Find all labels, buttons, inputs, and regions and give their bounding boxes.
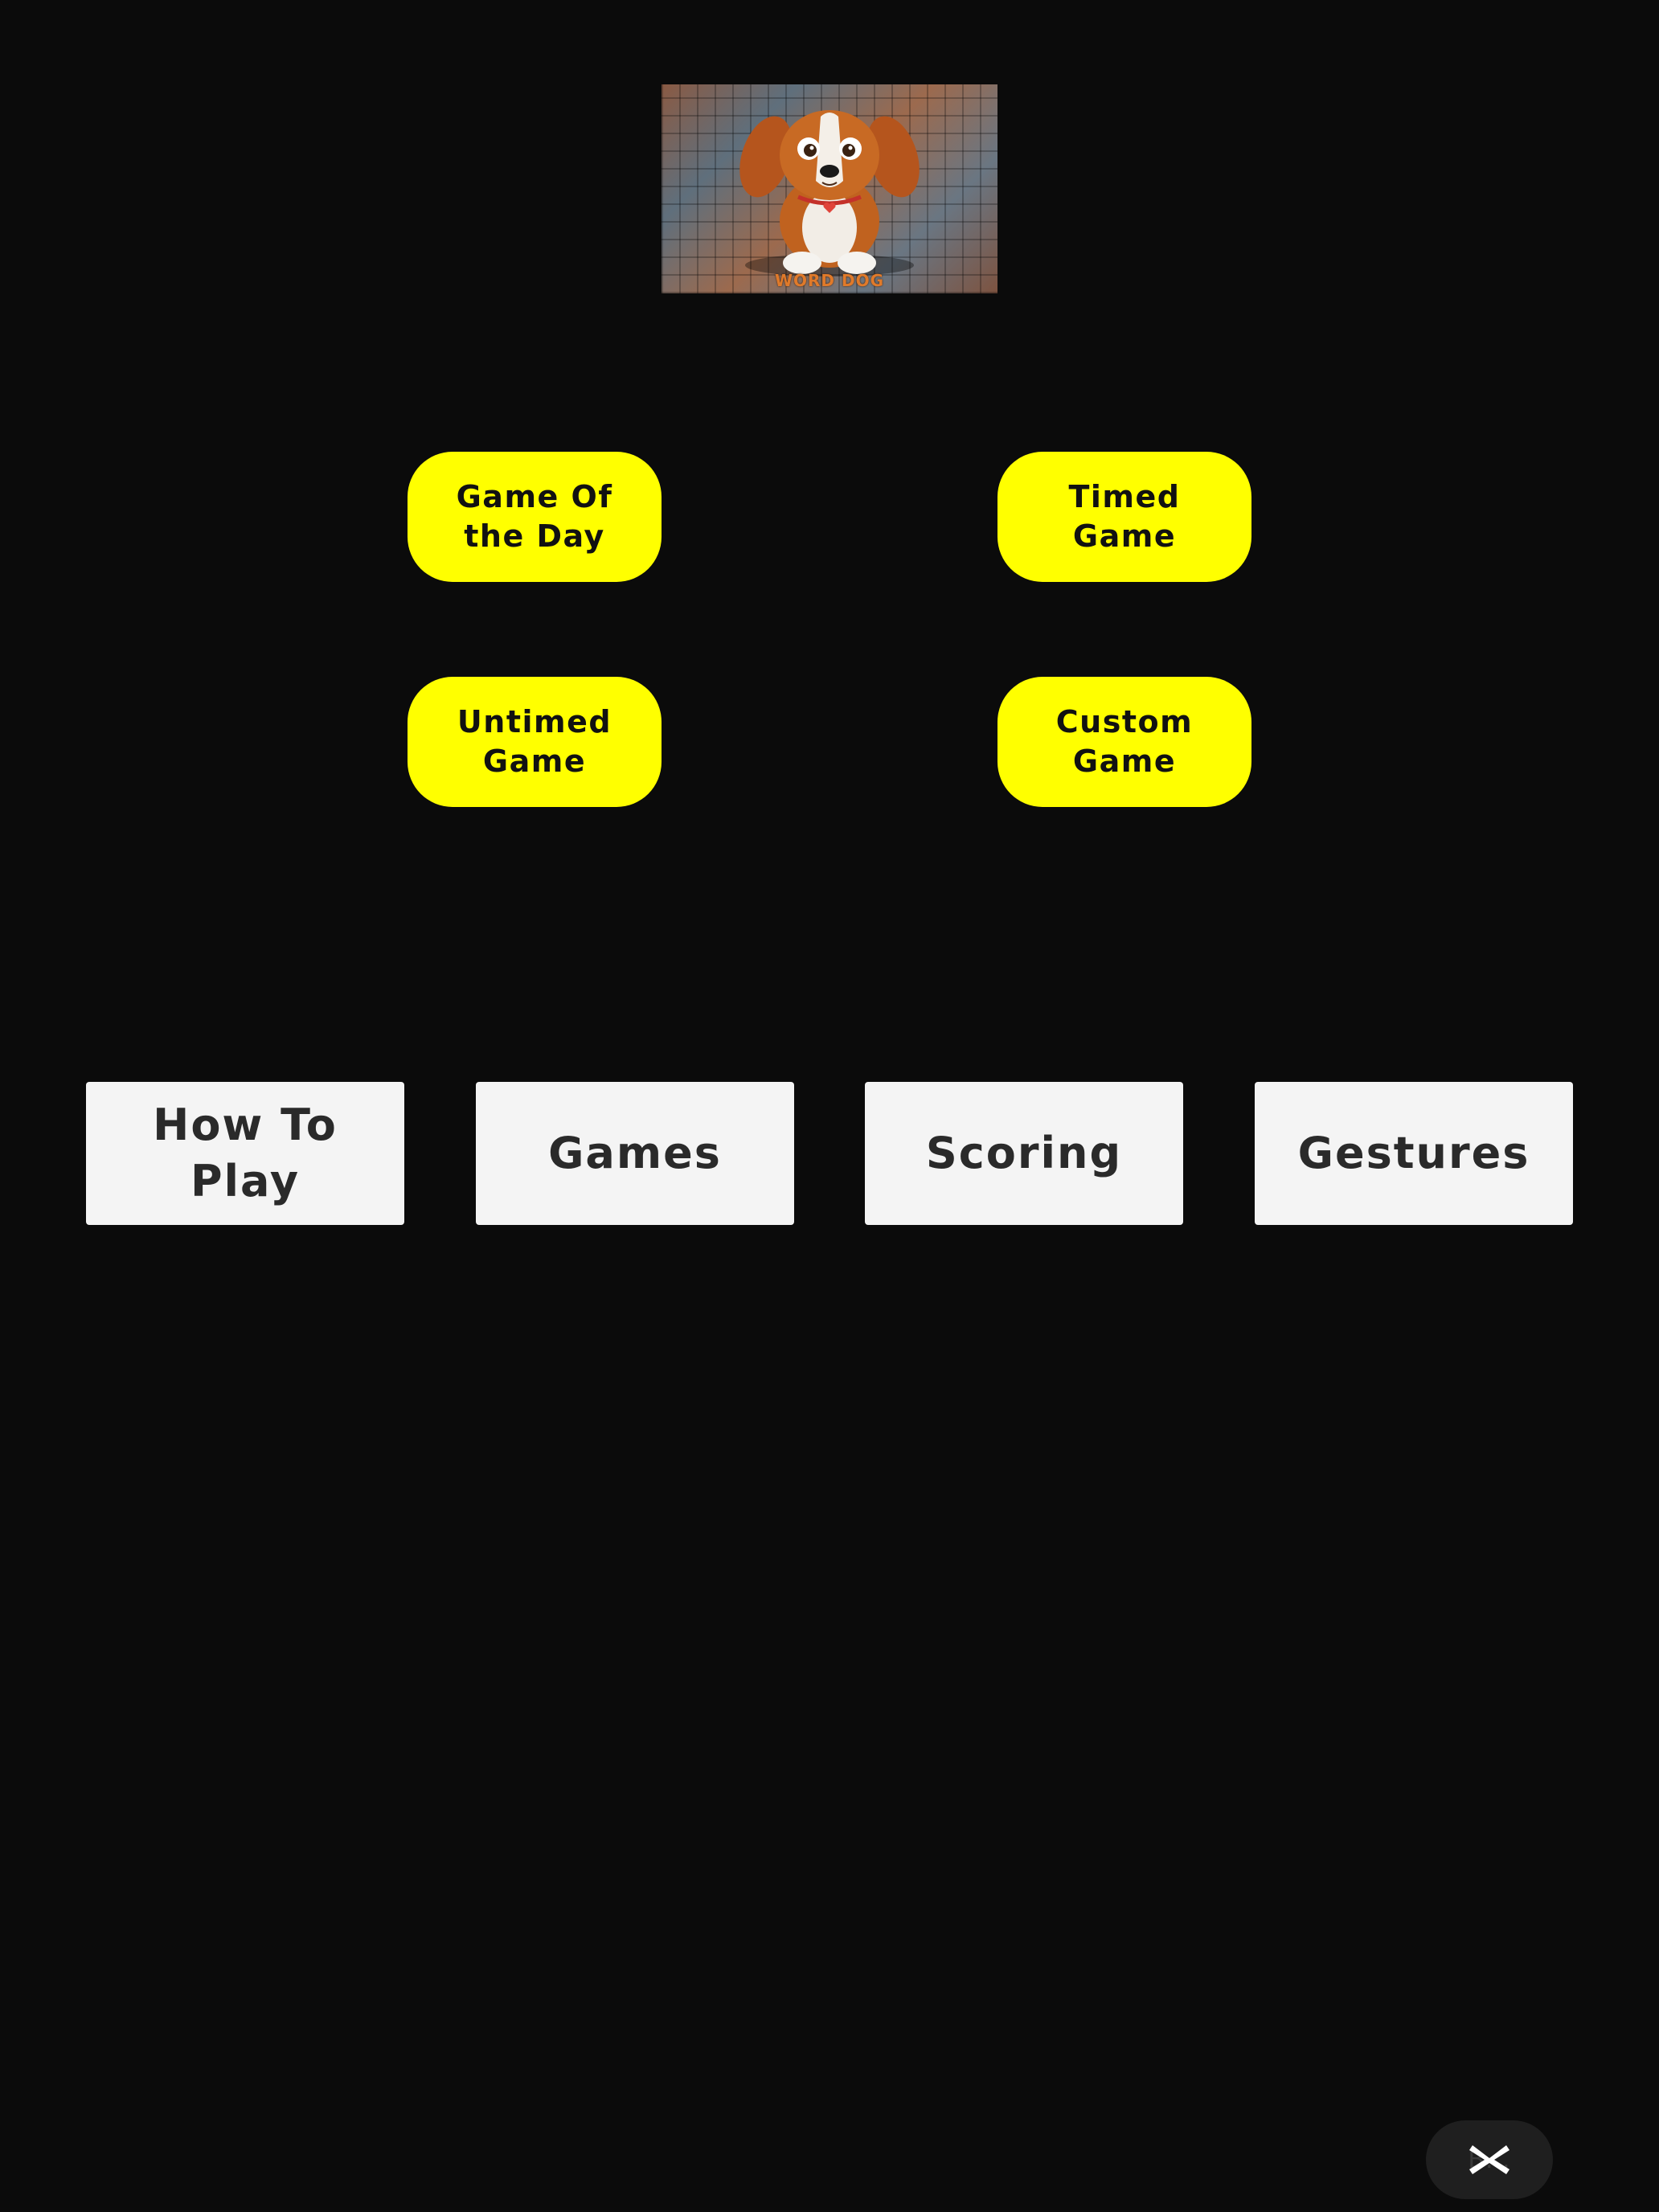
close-x-icon	[1469, 2145, 1509, 2174]
untimed-game-label: Untimed Game	[457, 704, 612, 779]
gestures-label: Gestures	[1297, 1128, 1530, 1178]
scoring-button[interactable]: Scoring	[865, 1082, 1183, 1225]
floating-close-button[interactable]: B...	[1426, 2120, 1553, 2199]
how-to-play-button[interactable]: How To Play	[86, 1082, 404, 1225]
logo-caption: WORD DOG	[774, 271, 885, 290]
home-screen: WORD DOG Game Of the Day Timed Game Unti…	[0, 0, 1659, 2212]
timed-game-button[interactable]: Timed Game	[997, 452, 1251, 582]
word-dog-logo: WORD DOG	[662, 84, 997, 293]
game-of-the-day-label: Game Of the Day	[456, 479, 613, 554]
timed-game-label: Timed Game	[1068, 479, 1181, 554]
custom-game-button[interactable]: Custom Game	[997, 677, 1251, 807]
games-label: Games	[548, 1128, 722, 1178]
how-to-play-label: How To Play	[153, 1100, 338, 1206]
gestures-button[interactable]: Gestures	[1255, 1082, 1573, 1225]
scoring-label: Scoring	[925, 1128, 1123, 1178]
dog-logo-icon	[739, 110, 920, 276]
game-of-the-day-button[interactable]: Game Of the Day	[408, 452, 662, 582]
games-button[interactable]: Games	[476, 1082, 794, 1225]
untimed-game-button[interactable]: Untimed Game	[408, 677, 662, 807]
custom-game-label: Custom Game	[1055, 704, 1194, 779]
